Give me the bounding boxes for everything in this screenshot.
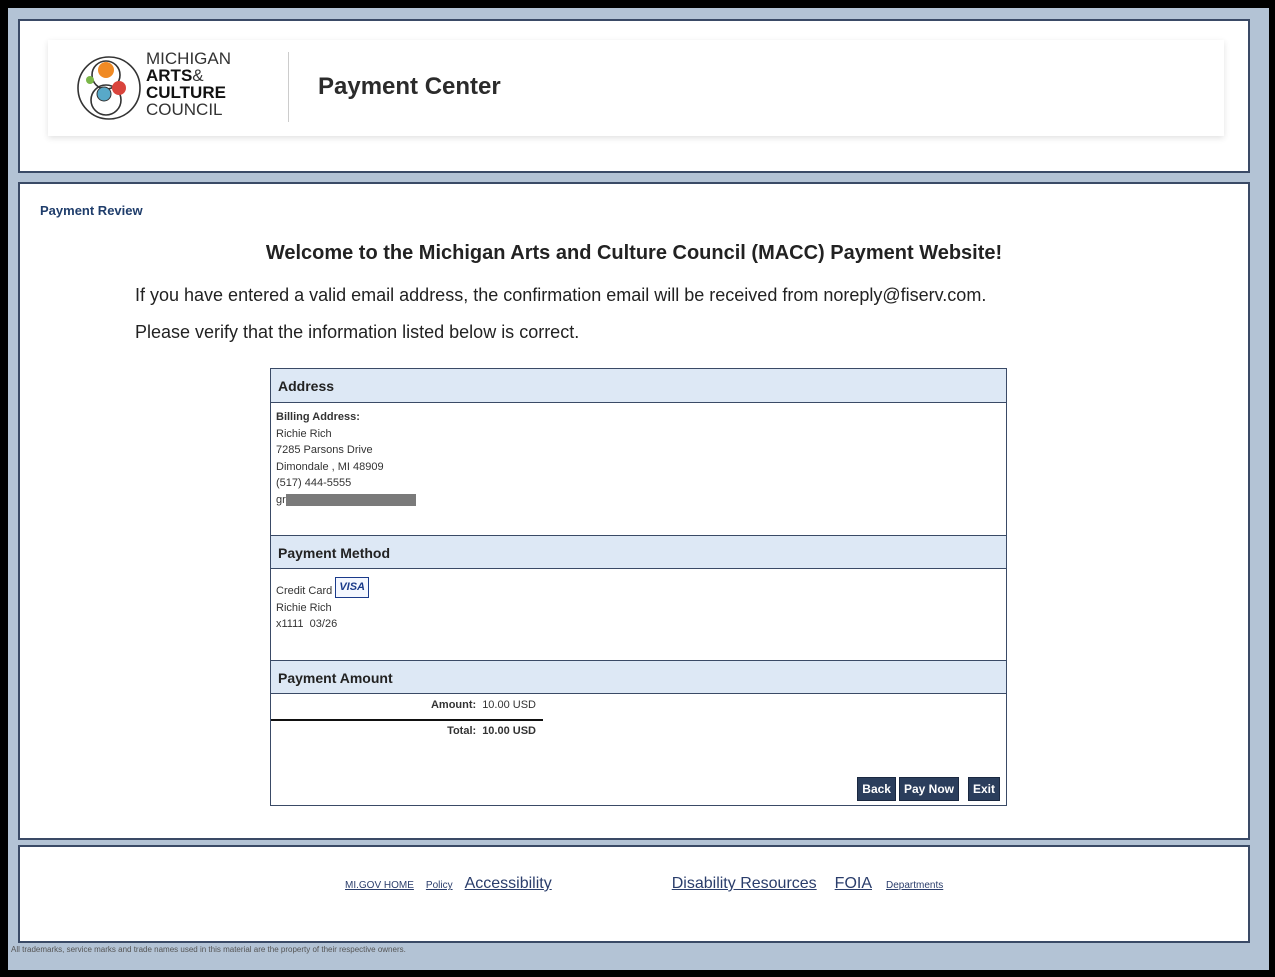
- logo-line-culture: CULTURE: [146, 83, 226, 102]
- payment-review-table: Address Billing Address: Richie Rich 728…: [270, 368, 1007, 806]
- action-buttons: Back Pay Now Exit: [857, 777, 1000, 801]
- total-row: Total: 10.00 USD: [447, 725, 536, 737]
- logo-line-michigan: MICHIGAN: [146, 49, 231, 68]
- main-panel: Payment Review Welcome to the Michigan A…: [18, 182, 1250, 840]
- billing-city: Dimondale , MI 48909: [276, 460, 384, 473]
- amount-divider: [271, 719, 543, 721]
- billing-name: Richie Rich: [276, 427, 332, 440]
- payment-amount-header: Payment Amount: [271, 660, 1006, 694]
- macc-logo-mark-icon: [77, 56, 141, 120]
- billing-email-row: gr...@michigan.gov: [276, 492, 418, 509]
- amount-value: 10.00 USD: [482, 699, 536, 711]
- amount-row: Amount: 10.00 USD: [431, 699, 536, 711]
- footer-link-policy[interactable]: Policy: [426, 880, 453, 891]
- payment-method-header: Payment Method: [271, 535, 1006, 569]
- total-value: 10.00 USD: [482, 725, 536, 737]
- billing-phone: (517) 444-5555: [276, 477, 352, 489]
- back-button[interactable]: Back: [857, 777, 896, 801]
- logo-wordmark: MICHIGAN ARTS& CULTURE COUNCIL: [146, 50, 231, 118]
- billing-address-block: Billing Address: Richie Rich 7285 Parson…: [276, 409, 418, 508]
- trademark-fine-print: All trademarks, service marks and trade …: [11, 945, 406, 954]
- header-divider: [288, 52, 289, 122]
- exit-button[interactable]: Exit: [967, 777, 1000, 801]
- payment-type: Credit Card: [276, 585, 333, 597]
- billing-street: 7285 Parsons Drive: [276, 444, 373, 456]
- confirmation-email-note: If you have entered a valid email addres…: [135, 285, 987, 305]
- payment-method-block: Credit Card VISA Richie Rich x1111 03/26: [276, 577, 369, 633]
- billing-address-label: Billing Address:: [276, 411, 360, 423]
- card-last4: x1111: [276, 618, 304, 630]
- footer-link-migov-home[interactable]: MI.GOV HOME: [345, 880, 414, 891]
- verify-note: Please verify that the information liste…: [135, 322, 580, 342]
- logo-line-council: COUNCIL: [146, 100, 223, 119]
- card-expiry: 03/26: [309, 618, 338, 630]
- visa-card-icon: VISA: [335, 577, 369, 598]
- macc-logo[interactable]: MICHIGAN ARTS& CULTURE COUNCIL: [74, 48, 264, 128]
- footer-link-accessibility[interactable]: Accessibility: [465, 875, 552, 893]
- amount-label: Amount:: [430, 699, 477, 711]
- pay-now-button[interactable]: Pay Now: [898, 777, 959, 801]
- cardholder-name: Richie Rich: [276, 601, 332, 614]
- footer-panel: MI.GOV HOME Policy Accessibility Disabil…: [18, 845, 1250, 943]
- footer-link-foia[interactable]: FOIA: [835, 875, 872, 893]
- breadcrumb: Payment Review: [40, 203, 143, 218]
- footer-link-disability-resources[interactable]: Disability Resources: [672, 875, 817, 893]
- footer-links: MI.GOV HOME Policy Accessibility Disabil…: [345, 875, 955, 893]
- footer-link-departments[interactable]: Departments: [886, 880, 943, 891]
- welcome-heading: Welcome to the Michigan Arts and Culture…: [265, 242, 1003, 264]
- email-redaction: [286, 493, 416, 506]
- total-label: Total:: [447, 725, 477, 737]
- header-card: MICHIGAN ARTS& CULTURE COUNCIL Payment C…: [48, 40, 1224, 136]
- address-header: Address: [271, 369, 1006, 403]
- app-title: Payment Center: [318, 73, 501, 100]
